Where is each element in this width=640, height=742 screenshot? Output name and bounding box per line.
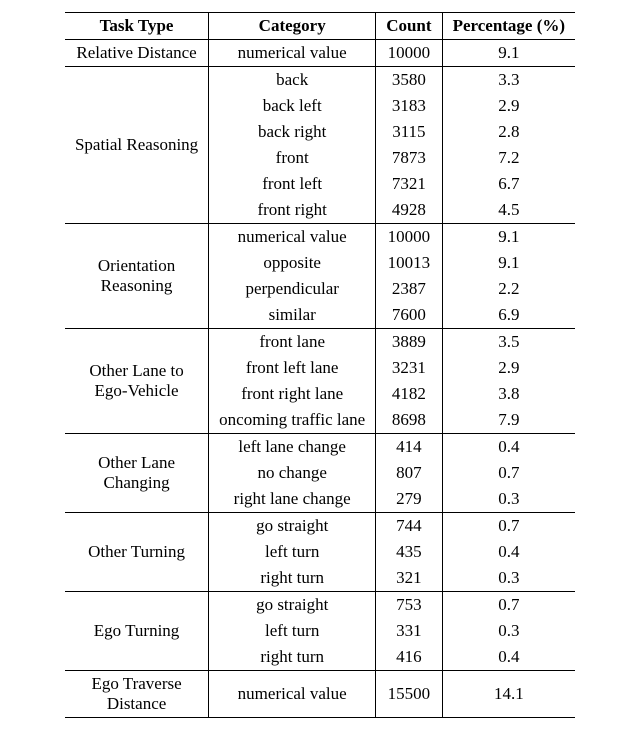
count-cell: 331: [376, 618, 442, 644]
percentage-cell: 9.1: [442, 250, 575, 276]
table-header-row: Task Type Category Count Percentage (%): [65, 13, 575, 40]
percentage-cell: 7.9: [442, 407, 575, 434]
task-type-cell: Other Lane toEgo-Vehicle: [65, 329, 209, 434]
count-cell: 3580: [376, 67, 442, 94]
task-type-cell: OrientationReasoning: [65, 224, 209, 329]
count-cell: 4182: [376, 381, 442, 407]
count-cell: 753: [376, 592, 442, 619]
task-type-cell: Relative Distance: [65, 40, 209, 67]
category-cell: right turn: [209, 565, 376, 592]
category-cell: go straight: [209, 513, 376, 540]
category-cell: front lane: [209, 329, 376, 356]
category-cell: no change: [209, 460, 376, 486]
header-percentage: Percentage (%): [442, 13, 575, 40]
percentage-cell: 2.9: [442, 93, 575, 119]
percentage-cell: 0.4: [442, 539, 575, 565]
category-cell: perpendicular: [209, 276, 376, 302]
category-cell: numerical value: [209, 40, 376, 67]
percentage-cell: 3.5: [442, 329, 575, 356]
percentage-cell: 4.5: [442, 197, 575, 224]
category-cell: left lane change: [209, 434, 376, 461]
count-cell: 414: [376, 434, 442, 461]
percentage-cell: 14.1: [442, 671, 575, 718]
category-cell: numerical value: [209, 224, 376, 251]
count-cell: 7600: [376, 302, 442, 329]
count-cell: 3115: [376, 119, 442, 145]
table-row: Other LaneChangingleft lane change4140.4: [65, 434, 575, 461]
percentage-cell: 0.7: [442, 513, 575, 540]
category-cell: similar: [209, 302, 376, 329]
task-type-cell: Ego Turning: [65, 592, 209, 671]
table-row: Relative Distancenumerical value100009.1: [65, 40, 575, 67]
percentage-cell: 6.9: [442, 302, 575, 329]
table-row: Ego Turninggo straight7530.7: [65, 592, 575, 619]
percentage-cell: 7.2: [442, 145, 575, 171]
count-cell: 10000: [376, 40, 442, 67]
count-cell: 321: [376, 565, 442, 592]
count-cell: 279: [376, 486, 442, 513]
category-cell: front right: [209, 197, 376, 224]
category-cell: front right lane: [209, 381, 376, 407]
category-cell: front: [209, 145, 376, 171]
category-cell: right turn: [209, 644, 376, 671]
count-cell: 744: [376, 513, 442, 540]
count-cell: 416: [376, 644, 442, 671]
category-cell: left turn: [209, 618, 376, 644]
count-cell: 3183: [376, 93, 442, 119]
task-distribution-table: Task Type Category Count Percentage (%) …: [65, 12, 575, 718]
percentage-cell: 0.3: [442, 618, 575, 644]
table-row: Spatial Reasoningback35803.3: [65, 67, 575, 94]
percentage-cell: 0.7: [442, 592, 575, 619]
percentage-cell: 3.3: [442, 67, 575, 94]
percentage-cell: 0.3: [442, 565, 575, 592]
table-row: OrientationReasoningnumerical value10000…: [65, 224, 575, 251]
percentage-cell: 0.4: [442, 644, 575, 671]
category-cell: opposite: [209, 250, 376, 276]
category-cell: right lane change: [209, 486, 376, 513]
percentage-cell: 0.4: [442, 434, 575, 461]
percentage-cell: 9.1: [442, 224, 575, 251]
percentage-cell: 2.2: [442, 276, 575, 302]
count-cell: 3889: [376, 329, 442, 356]
task-type-cell: Other LaneChanging: [65, 434, 209, 513]
header-task-type: Task Type: [65, 13, 209, 40]
category-cell: back right: [209, 119, 376, 145]
percentage-cell: 0.3: [442, 486, 575, 513]
percentage-cell: 0.7: [442, 460, 575, 486]
percentage-cell: 6.7: [442, 171, 575, 197]
category-cell: left turn: [209, 539, 376, 565]
task-type-cell: Spatial Reasoning: [65, 67, 209, 224]
task-type-cell: Ego TraverseDistance: [65, 671, 209, 718]
table-row: Other Turninggo straight7440.7: [65, 513, 575, 540]
count-cell: 3231: [376, 355, 442, 381]
percentage-cell: 2.8: [442, 119, 575, 145]
count-cell: 4928: [376, 197, 442, 224]
count-cell: 435: [376, 539, 442, 565]
category-cell: oncoming traffic lane: [209, 407, 376, 434]
count-cell: 10000: [376, 224, 442, 251]
count-cell: 15500: [376, 671, 442, 718]
percentage-cell: 3.8: [442, 381, 575, 407]
category-cell: go straight: [209, 592, 376, 619]
count-cell: 8698: [376, 407, 442, 434]
header-category: Category: [209, 13, 376, 40]
category-cell: front left: [209, 171, 376, 197]
category-cell: back: [209, 67, 376, 94]
count-cell: 7321: [376, 171, 442, 197]
count-cell: 10013: [376, 250, 442, 276]
count-cell: 807: [376, 460, 442, 486]
header-count: Count: [376, 13, 442, 40]
category-cell: back left: [209, 93, 376, 119]
count-cell: 2387: [376, 276, 442, 302]
task-type-cell: Other Turning: [65, 513, 209, 592]
table-row: Other Lane toEgo-Vehiclefront lane38893.…: [65, 329, 575, 356]
count-cell: 7873: [376, 145, 442, 171]
percentage-cell: 2.9: [442, 355, 575, 381]
table-row: Ego TraverseDistancenumerical value15500…: [65, 671, 575, 718]
category-cell: numerical value: [209, 671, 376, 718]
percentage-cell: 9.1: [442, 40, 575, 67]
category-cell: front left lane: [209, 355, 376, 381]
